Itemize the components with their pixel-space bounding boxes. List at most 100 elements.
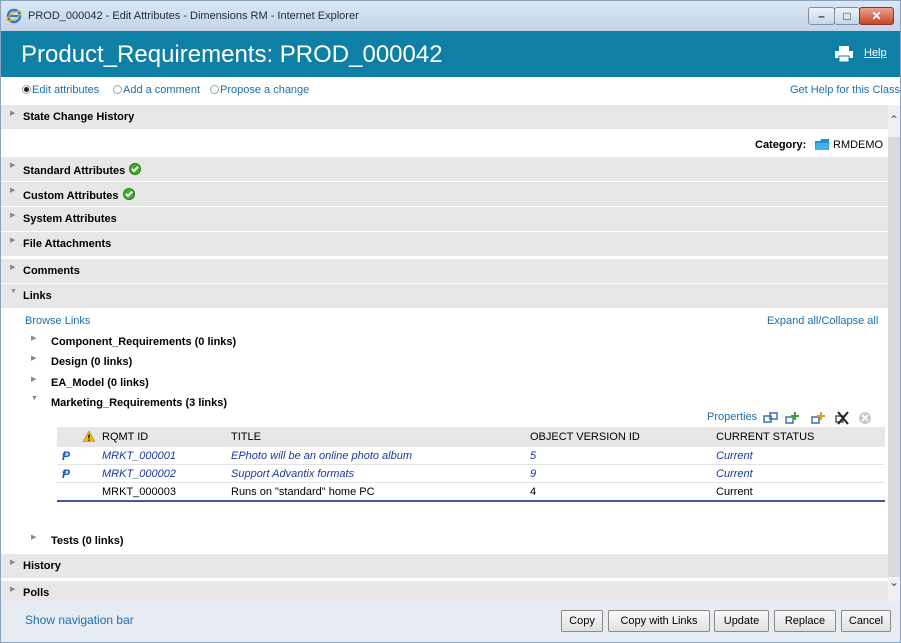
- add-link-alt-icon[interactable]: [811, 411, 827, 425]
- show-navigation-bar-link[interactable]: Show navigation bar: [25, 613, 134, 627]
- expanded-triangle-icon: ▼: [10, 288, 17, 295]
- edit-attributes-radio[interactable]: [22, 85, 31, 94]
- section-polls[interactable]: ▶ Polls: [1, 581, 888, 601]
- table-row[interactable]: Ᵽ MRKT_000001 EPhoto will be an online p…: [57, 447, 885, 465]
- table-row[interactable]: Ᵽ MRKT_000002 Support Advantix formats 9…: [57, 464, 885, 483]
- browse-links-link[interactable]: Browse Links: [25, 315, 90, 327]
- section-label: Standard Attributes: [23, 165, 126, 177]
- add-link-icon[interactable]: [785, 411, 801, 425]
- collapsed-triangle-icon: ▶: [10, 110, 16, 117]
- title-bar: PROD_000042 - Edit Attributes - Dimensio…: [1, 1, 900, 31]
- section-custom-attributes[interactable]: ▶ Custom Attributes: [1, 182, 888, 207]
- collapsed-triangle-icon: ▶: [10, 212, 16, 219]
- chevron-up-icon[interactable]: ⌃: [889, 113, 899, 127]
- expand-all-link[interactable]: Expand all: [767, 315, 818, 327]
- section-file-attachments[interactable]: ▶ File Attachments: [1, 232, 888, 257]
- properties-toolbar: Properties: [57, 409, 885, 427]
- column-header-object-version-id[interactable]: OBJECT VERSION ID: [530, 427, 716, 447]
- expanded-triangle-icon: ▼: [31, 395, 38, 402]
- check-circle-icon: [129, 163, 142, 175]
- link-icon[interactable]: Ᵽ: [62, 449, 70, 463]
- link-group-label: Tests (0 links): [51, 535, 124, 547]
- section-comments[interactable]: ▶ Comments: [1, 259, 888, 284]
- cell-status: Current: [716, 447, 885, 465]
- cell-title[interactable]: Support Advantix formats: [231, 464, 530, 483]
- folder-icon: [815, 139, 830, 150]
- link-icon[interactable]: Ᵽ: [62, 467, 70, 481]
- section-label: State Change History: [23, 111, 135, 123]
- section-label: Custom Attributes: [23, 190, 119, 202]
- link-group-label: Marketing_Requirements (3 links): [51, 397, 228, 409]
- collapsed-triangle-icon: ▶: [31, 355, 37, 362]
- warning-icon: [82, 430, 95, 442]
- links-body: Browse Links Expand all/Collapse all ▶ C…: [1, 309, 888, 547]
- edit-attributes-label[interactable]: Edit attributes: [32, 84, 99, 96]
- collapsed-triangle-icon: ▶: [10, 187, 16, 194]
- section-label: File Attachments: [23, 238, 112, 250]
- add-comment-radio[interactable]: [113, 85, 122, 94]
- minimize-icon: –: [818, 9, 825, 23]
- help-link[interactable]: Help: [864, 47, 887, 59]
- attributes-panel: ▶ State Change History Category: RMDEMO …: [1, 105, 900, 601]
- ie-icon: [6, 8, 22, 24]
- link-objects-icon[interactable]: [763, 411, 779, 425]
- cell-rqmt-id[interactable]: MRKT_000003: [102, 482, 231, 502]
- cell-version: 5: [530, 447, 716, 465]
- printer-icon[interactable]: [835, 46, 853, 62]
- browser-window: PROD_000042 - Edit Attributes - Dimensio…: [0, 0, 901, 643]
- collapsed-triangle-icon: ▶: [31, 534, 37, 541]
- propose-change-radio[interactable]: [210, 85, 219, 94]
- replace-button[interactable]: Replace: [774, 610, 836, 632]
- maximize-button[interactable]: □: [834, 7, 860, 25]
- collapsed-triangle-icon: ▶: [31, 376, 37, 383]
- copy-with-links-button[interactable]: Copy with Links: [608, 610, 710, 632]
- copy-button[interactable]: Copy: [561, 610, 603, 632]
- chevron-down-icon[interactable]: ⌄: [889, 575, 899, 589]
- table-row[interactable]: MRKT_000003 Runs on "standard" home PC 4…: [57, 482, 885, 502]
- link-group-label: Component_Requirements (0 links): [51, 336, 237, 348]
- get-help-class-link[interactable]: Get Help for this Class: [790, 84, 900, 96]
- collapsed-triangle-icon: ▶: [31, 335, 37, 342]
- remove-link-icon[interactable]: [835, 411, 851, 425]
- collapse-all-link[interactable]: Collapse all: [821, 315, 878, 327]
- cell-rqmt-id[interactable]: MRKT_000002: [102, 464, 231, 483]
- cell-title[interactable]: Runs on "standard" home PC: [231, 482, 530, 502]
- section-history[interactable]: ▶ History: [1, 554, 888, 579]
- cell-rqmt-id[interactable]: MRKT_000001: [102, 447, 231, 465]
- section-label: Links: [23, 290, 52, 302]
- collapsed-triangle-icon: ▶: [10, 237, 16, 244]
- minimize-button[interactable]: –: [808, 7, 835, 25]
- section-label: Comments: [23, 265, 80, 277]
- collapsed-triangle-icon: ▶: [10, 559, 16, 566]
- cell-status: Current: [716, 464, 885, 483]
- cell-status: Current: [716, 482, 885, 502]
- page-header: Product_Requirements: PROD_000042 Help: [1, 31, 900, 77]
- column-header-title[interactable]: TITLE: [231, 427, 530, 447]
- section-state-change-history[interactable]: ▶ State Change History: [1, 105, 888, 130]
- cell-title[interactable]: EPhoto will be an online photo album: [231, 447, 530, 465]
- section-links[interactable]: ▼ Links: [1, 284, 888, 309]
- scrollbar-thumb[interactable]: [888, 137, 900, 577]
- check-circle-icon: [122, 188, 135, 200]
- column-header-rqmt-id[interactable]: RQMT ID: [102, 427, 231, 447]
- category-row: Category: RMDEMO: [1, 129, 888, 157]
- close-button[interactable]: ✕: [859, 7, 894, 25]
- update-button[interactable]: Update: [714, 610, 769, 632]
- table-header-row: RQMT ID TITLE OBJECT VERSION ID CURRENT …: [57, 427, 885, 447]
- column-header-current-status[interactable]: CURRENT STATUS: [716, 427, 885, 447]
- add-comment-label[interactable]: Add a comment: [123, 84, 200, 96]
- delete-icon[interactable]: [857, 411, 873, 425]
- close-icon: ✕: [871, 9, 882, 23]
- mode-selector: Edit attributes Add a comment Propose a …: [1, 77, 900, 105]
- collapsed-triangle-icon: ▶: [10, 264, 16, 271]
- section-standard-attributes[interactable]: ▶ Standard Attributes: [1, 157, 888, 182]
- collapsed-triangle-icon: ▶: [10, 162, 16, 169]
- cancel-button[interactable]: Cancel: [841, 610, 891, 632]
- propose-change-label[interactable]: Propose a change: [220, 84, 309, 96]
- category-value: RMDEMO: [833, 139, 884, 151]
- vertical-scrollbar[interactable]: ⌃ ⌄: [888, 105, 900, 601]
- link-group-label: EA_Model (0 links): [51, 377, 149, 389]
- properties-link[interactable]: Properties: [707, 411, 757, 423]
- maximize-icon: □: [843, 9, 851, 23]
- section-system-attributes[interactable]: ▶ System Attributes: [1, 207, 888, 232]
